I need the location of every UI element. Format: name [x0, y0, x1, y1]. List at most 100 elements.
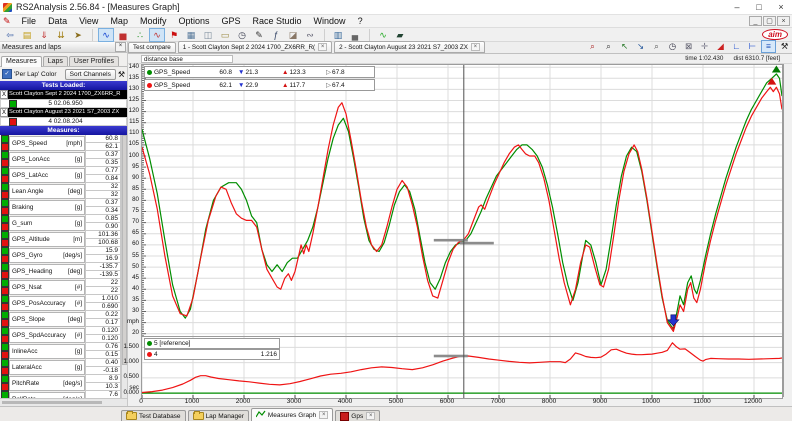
menu-item-race-studio[interactable]: Race Studio	[247, 16, 308, 26]
channel-list-icon[interactable]: ≡	[761, 40, 776, 53]
measure-row-gps-posaccuracy[interactable]: GPS_PosAccuracy[#]1.0100.690	[0, 295, 127, 311]
tab-close-icon[interactable]: ×	[366, 412, 375, 420]
measure-name-button[interactable]: Lean Angle[deg]	[9, 184, 85, 199]
measure-name-button[interactable]: GPS_Gyro[deg/s]	[9, 248, 85, 263]
measure-name-button[interactable]: PitchRate[deg/s]	[9, 376, 85, 391]
measure-name-button[interactable]: GPS_PosAccuracy[#]	[9, 296, 85, 311]
measures-graph-icon[interactable]: ∿	[98, 28, 114, 42]
wrench-icon[interactable]: ⚒	[118, 70, 125, 79]
measure-row-inlineacc[interactable]: InlineAcc[g]0.760.15	[0, 343, 127, 359]
speed-chart[interactable]	[141, 64, 783, 338]
base-mode-field[interactable]: distance base	[141, 55, 233, 63]
cursor-zoom-icon[interactable]: ⌕	[585, 40, 600, 53]
report-icon[interactable]: ▦	[183, 28, 199, 42]
zoom-out-icon[interactable]: ⌕	[649, 40, 664, 53]
pan-icon[interactable]: ✛	[697, 40, 712, 53]
time-distance-icon[interactable]: ◷	[665, 40, 680, 53]
open-test-icon[interactable]: ▤	[19, 28, 35, 42]
flag-icon[interactable]: ⚑	[166, 28, 182, 42]
online-icon[interactable]: ⇊	[53, 28, 69, 42]
measure-name-button[interactable]: GPS_SpdAccuracy[#]	[9, 328, 85, 343]
remove-test-button[interactable]: X	[0, 108, 8, 117]
measure-row-gps-speed[interactable]: GPS_Speed[mph]60.862.1	[0, 135, 127, 151]
menu-item-?[interactable]: ?	[352, 16, 369, 26]
table-report-icon[interactable]: ▥	[330, 28, 346, 42]
measure-row-lean-angle[interactable]: Lean Angle[deg]3232	[0, 183, 127, 199]
time-icon[interactable]: ◷	[234, 28, 250, 42]
measure-name-button[interactable]: GPS_Speed[mph]	[9, 136, 85, 151]
close-button[interactable]: ×	[770, 0, 792, 14]
measure-name-button[interactable]: GPS_LonAcc[g]	[9, 152, 85, 167]
eraser-icon[interactable]: ◪	[285, 28, 301, 42]
exit-icon[interactable]: ⇦	[2, 28, 18, 42]
measure-row-rollrate[interactable]: RollRate[deg/s]7.6	[0, 391, 127, 398]
panel-tab-measures[interactable]: Measures	[1, 56, 42, 67]
histogram-icon[interactable]: ▅	[115, 28, 131, 42]
menu-item-file[interactable]: File	[16, 16, 43, 26]
y-axis-left-icon[interactable]: ∟	[729, 40, 744, 53]
measure-row-pitchrate[interactable]: PitchRate[deg/s]8.910.3	[0, 375, 127, 391]
menu-item-gps[interactable]: GPS	[216, 16, 247, 26]
panel-tab-laps[interactable]: Laps	[43, 56, 68, 66]
menu-item-view[interactable]: View	[73, 16, 104, 26]
measure-row-gps-spdaccuracy[interactable]: GPS_SpdAccuracy[#]0.1200.120	[0, 327, 127, 343]
measure-name-button[interactable]: LateralAcc[g]	[9, 360, 85, 375]
menu-item-window[interactable]: Window	[308, 16, 352, 26]
pencil-icon[interactable]: ✎	[251, 28, 267, 42]
mixed-graph-icon[interactable]: ∿	[149, 28, 165, 42]
bottom-tab-measures-graph[interactable]: Measures Graph×	[251, 408, 333, 421]
zoom-window-icon[interactable]: ⌕	[601, 40, 616, 53]
zoom-next-icon[interactable]: ↘	[633, 40, 648, 53]
mdi-restore-button[interactable]: ▢	[763, 16, 776, 26]
menu-item-options[interactable]: Options	[172, 16, 215, 26]
tab-close-icon[interactable]: ×	[319, 411, 328, 419]
measure-name-button[interactable]: GPS_Nsat[#]	[9, 280, 85, 295]
graph-settings-icon[interactable]: ⚒	[777, 40, 792, 53]
measure-row-gps-gyro[interactable]: GPS_Gyro[deg/s]15.916.9	[0, 247, 127, 263]
transmit-icon[interactable]: ➤	[70, 28, 86, 42]
scale-box-icon[interactable]: ⊠	[681, 40, 696, 53]
video-icon[interactable]: ▭	[217, 28, 233, 42]
per-lap-color-checkbox[interactable]: ✓	[2, 69, 12, 79]
y-axis-values-icon[interactable]: ⊢	[745, 40, 760, 53]
tab-test-2[interactable]: 2 - Scott Clayton August 23 2021 S7_2003…	[334, 41, 485, 53]
measure-name-button[interactable]: InlineAcc[g]	[9, 344, 85, 359]
measure-row-gps-lonacc[interactable]: GPS_LonAcc[g]0.370.35	[0, 151, 127, 167]
measure-name-button[interactable]: GPS_Slope[deg]	[9, 312, 85, 327]
bottom-tab-lap-manager[interactable]: Lap Manager	[188, 410, 249, 421]
menu-item-modify[interactable]: Modify	[134, 16, 173, 26]
measure-row-gps-latacc[interactable]: GPS_LatAcc[g]0.770.84	[0, 167, 127, 183]
measure-name-button[interactable]: Braking[g]	[9, 200, 85, 215]
lap-row[interactable]: 5 02.06.950	[0, 99, 127, 108]
download-data-icon[interactable]: ⇓	[36, 28, 52, 42]
measure-row-braking[interactable]: Braking[g]0.370.34	[0, 199, 127, 215]
measure-name-button[interactable]: G_sum[g]	[9, 216, 85, 231]
mdi-minimize-button[interactable]: _	[749, 16, 762, 26]
sort-channels-button[interactable]: Sort Channels	[65, 69, 116, 80]
minimize-button[interactable]: –	[726, 0, 748, 14]
tab-close-icon[interactable]: ×	[318, 43, 327, 51]
panel-close-icon[interactable]: ×	[115, 42, 126, 52]
tab-test-compare[interactable]: Test compare	[128, 42, 176, 53]
split-view-icon[interactable]: ◫	[200, 28, 216, 42]
measure-row-gps-altitude[interactable]: GPS_Altitude[m]101.36100.68	[0, 231, 127, 247]
print-icon[interactable]: ▄	[347, 28, 363, 42]
measure-name-button[interactable]: GPS_Altitude[m]	[9, 232, 85, 247]
remove-test-button[interactable]: X	[0, 90, 8, 99]
menu-item-map[interactable]: Map	[104, 16, 134, 26]
mdi-close-button[interactable]: ×	[777, 16, 790, 26]
tab-test-1[interactable]: 1 - Scott Clayton Sept 2 2024 1700_ZX6RR…	[178, 41, 332, 53]
bottom-tab-test-database[interactable]: Test Database	[121, 410, 186, 421]
bottom-tab-gps[interactable]: Gps×	[335, 410, 380, 421]
maximize-button[interactable]: □	[748, 0, 770, 14]
link-icon[interactable]: ∾	[302, 28, 318, 42]
measure-name-button[interactable]: GPS_Heading[deg]	[9, 264, 85, 279]
lap-row[interactable]: 4 02.08.204	[0, 117, 127, 126]
storyboard-icon[interactable]: ▰	[392, 28, 408, 42]
menu-item-data[interactable]: Data	[42, 16, 73, 26]
measure-name-button[interactable]: GPS_LatAcc[g]	[9, 168, 85, 183]
panel-tab-user-profiles[interactable]: User Profiles	[69, 56, 119, 66]
math-channel-icon[interactable]: ƒ	[268, 28, 284, 42]
measure-row-gps-slope[interactable]: GPS_Slope[deg]0.220.17	[0, 311, 127, 327]
measure-row-gps-nsat[interactable]: GPS_Nsat[#]2222	[0, 279, 127, 295]
